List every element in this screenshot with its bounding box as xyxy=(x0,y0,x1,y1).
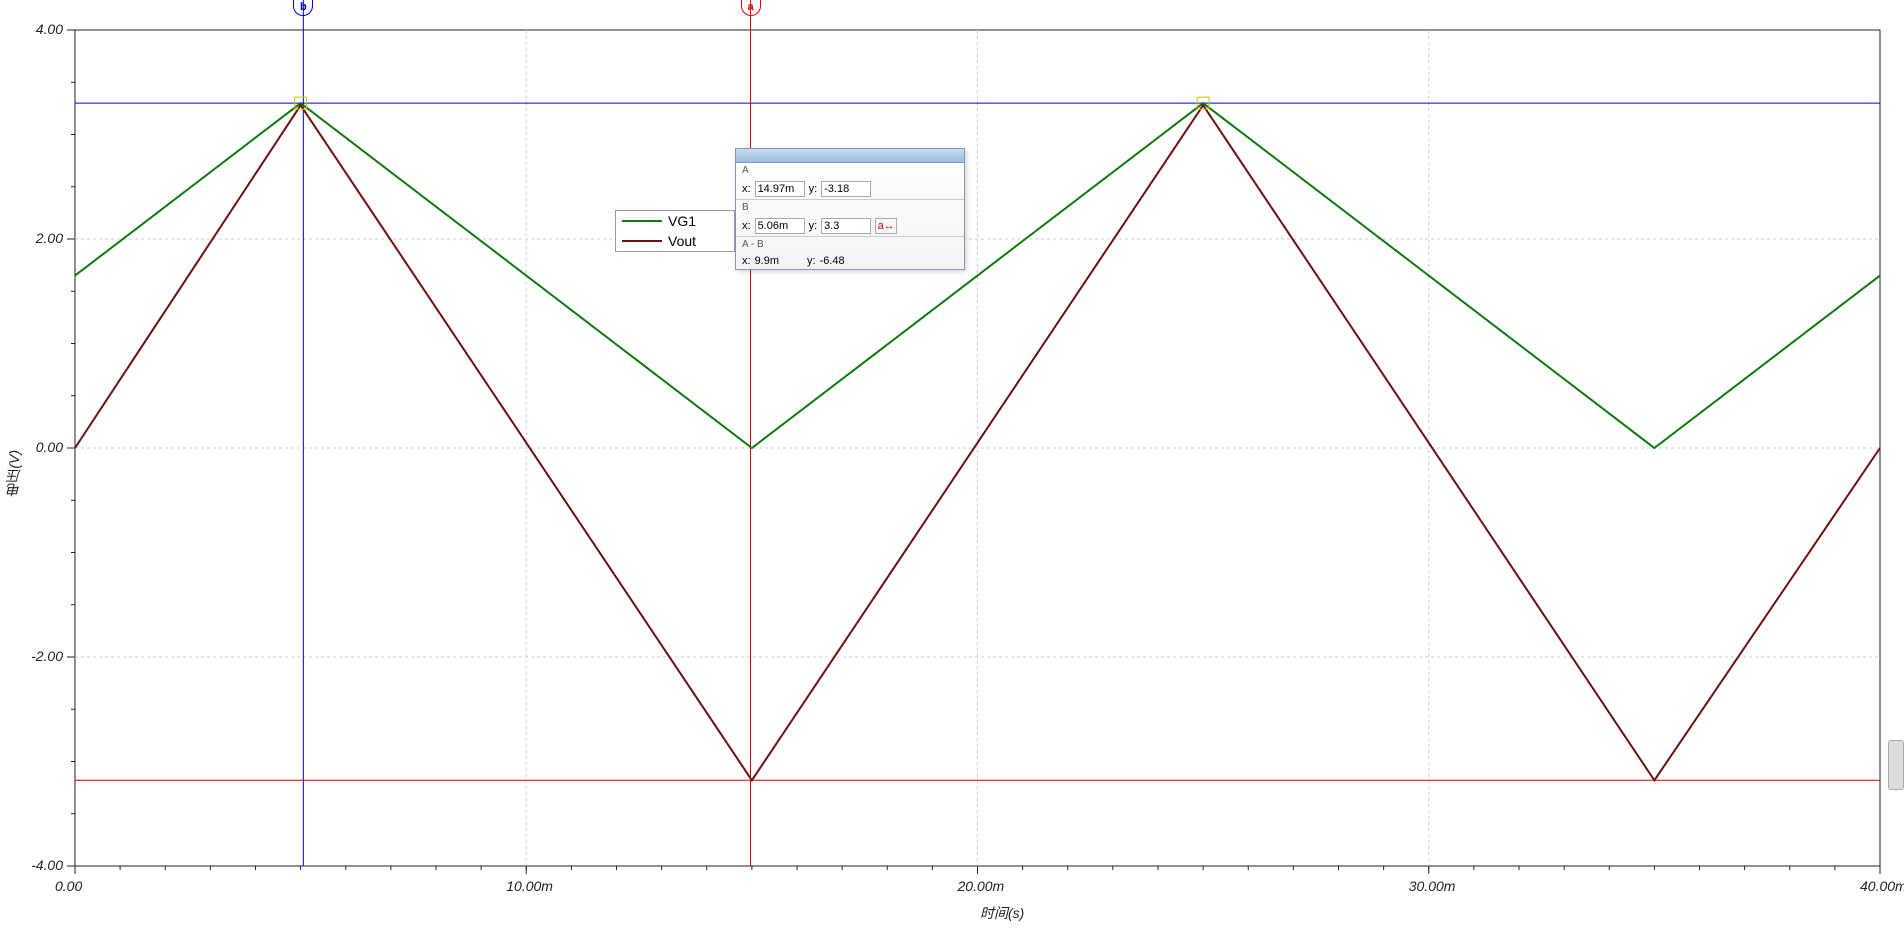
cursor-diff-x: 9.9m xyxy=(755,255,779,267)
cursor-b-section: B x: y: a↔ xyxy=(736,200,964,237)
legend-swatch-vout xyxy=(622,240,662,242)
legend-item-vg1: VG1 xyxy=(616,211,734,231)
x-tick-label: 0.00 xyxy=(55,878,82,894)
y-tick-label: -4.00 xyxy=(31,857,63,873)
cursor-a-y-input[interactable] xyxy=(821,181,871,197)
y-axis-label: 电压(V) xyxy=(4,450,24,497)
cursor-a-x-input[interactable] xyxy=(755,181,805,197)
cursor-target-button[interactable]: a↔ xyxy=(875,218,897,234)
cursor-b-header: B xyxy=(742,202,958,213)
cursor-diff-y: -6.48 xyxy=(820,255,845,267)
oscilloscope-chart xyxy=(0,0,1904,923)
x-tick-label: 30.00m xyxy=(1409,878,1456,894)
cursor-a-section: A x: y: xyxy=(736,163,964,200)
x-tick-label: 20.00m xyxy=(958,878,1005,894)
cursor-a-header: A xyxy=(742,165,958,176)
y-tick-label: 4.00 xyxy=(36,21,63,37)
y-tick-label: 0.00 xyxy=(36,439,63,455)
cursor-b-y-input[interactable] xyxy=(821,218,871,234)
y-tick-label: 2.00 xyxy=(36,230,63,246)
x-tick-label: 40.00m xyxy=(1860,878,1904,894)
cursor-b-x-input[interactable] xyxy=(755,218,805,234)
cursor-diff-header: A - B xyxy=(742,239,958,250)
cursor-diff-section: A - B x: 9.9m y: -6.48 xyxy=(736,237,964,269)
legend: VG1 Vout xyxy=(615,210,735,252)
cursor-panel-titlebar[interactable] xyxy=(736,149,964,163)
legend-label-vg1: VG1 xyxy=(668,213,696,229)
vertical-scrollbar[interactable] xyxy=(1888,740,1904,790)
x-tick-label: 10.00m xyxy=(506,878,553,894)
legend-label-vout: Vout xyxy=(668,233,696,249)
plot-svg[interactable] xyxy=(0,0,1904,923)
legend-swatch-vg1 xyxy=(622,220,662,222)
cursor-readout-panel[interactable]: A x: y: B x: y: a↔ A - B x: 9.9m y: -6.4… xyxy=(735,148,965,270)
y-tick-label: -2.00 xyxy=(31,648,63,664)
x-axis-label: 时间(s) xyxy=(980,903,1024,923)
legend-item-vout: Vout xyxy=(616,231,734,251)
